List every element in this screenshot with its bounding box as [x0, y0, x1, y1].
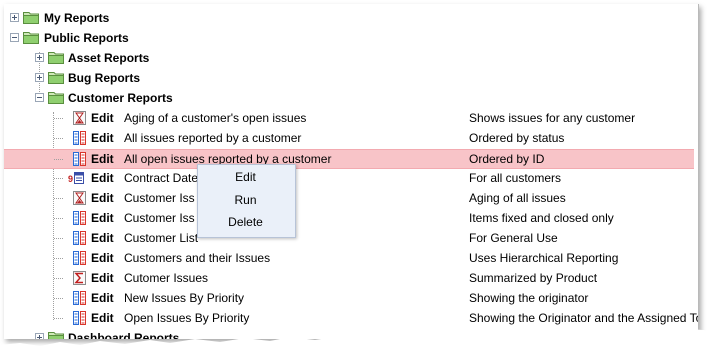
hourglass-icon — [73, 191, 86, 205]
folder-icon — [23, 11, 39, 24]
report-name[interactable]: Aging of a customer's open issues — [124, 111, 306, 125]
tree-node-label: My Reports — [44, 11, 110, 25]
edit-link[interactable]: Edit — [91, 152, 114, 166]
expand-icon[interactable] — [10, 13, 19, 22]
report-row-selected[interactable]: Edit All open issues reported by a custo… — [4, 149, 694, 169]
tree-node-label: Bug Reports — [68, 71, 140, 85]
report-row[interactable]: Edit All issues reported by a customer O… — [4, 129, 694, 149]
tree-node-asset-reports[interactable]: Asset Reports — [4, 49, 694, 69]
tree-connector — [54, 198, 63, 199]
report-row[interactable]: Edit Customers and their Issues Uses Hie… — [4, 249, 694, 269]
report-name[interactable]: New Issues By Priority — [124, 291, 244, 305]
context-menu-run[interactable]: Run — [198, 190, 293, 210]
report-row[interactable]: Edit Customer Iss Aging of all issues — [4, 189, 694, 209]
folder-open-icon — [48, 91, 64, 104]
context-menu-edit[interactable]: Edit — [198, 167, 293, 187]
folder-open-icon — [23, 31, 39, 44]
folder-icon — [48, 71, 64, 84]
report-row[interactable]: Edit Customer List For General Use — [4, 229, 694, 249]
context-menu-delete[interactable]: Delete — [198, 212, 293, 232]
report-name[interactable]: Cutomer Issues — [124, 271, 208, 285]
report-name[interactable]: All issues reported by a customer — [124, 131, 301, 145]
tree-connector — [54, 118, 63, 119]
report-name[interactable]: Customer Iss — [124, 211, 195, 225]
hourglass-icon — [73, 111, 86, 125]
expand-icon[interactable] — [35, 73, 44, 82]
edit-link[interactable]: Edit — [91, 131, 114, 145]
report-row[interactable]: Edit Contract Date For all customers — [4, 169, 694, 189]
report-description: Showing the originator — [469, 291, 589, 305]
report-name[interactable]: Customer Iss — [124, 191, 195, 205]
list-report-icon — [73, 152, 86, 166]
report-row[interactable]: Edit Cutomer Issues Summarized by Produc… — [4, 269, 694, 289]
report-name[interactable]: Contract Date — [124, 171, 198, 185]
tree-connector — [54, 178, 63, 179]
list-report-icon — [73, 231, 86, 245]
report-name[interactable]: Customers and their Issues — [124, 251, 270, 265]
folder-icon — [48, 51, 64, 64]
report-description: Items fixed and closed only — [469, 211, 614, 225]
collapse-icon[interactable] — [35, 93, 44, 102]
calendar-icon — [68, 171, 84, 185]
expand-icon[interactable] — [35, 53, 44, 62]
edit-link[interactable]: Edit — [91, 211, 114, 225]
tree-connector — [54, 258, 63, 259]
context-menu: Edit Run Delete — [197, 164, 296, 238]
report-row[interactable]: Edit Customer Iss Items fixed and closed… — [4, 209, 694, 229]
report-row[interactable]: Edit New Issues By Priority Showing the … — [4, 289, 694, 309]
list-report-icon — [73, 251, 86, 265]
list-report-icon — [73, 131, 86, 145]
tree-connector — [54, 218, 63, 219]
report-name[interactable]: Customer List — [124, 231, 198, 245]
tree-connector — [54, 238, 63, 239]
report-description: Ordered by ID — [469, 152, 545, 166]
tree-connector — [54, 298, 63, 299]
tree-node-public-reports[interactable]: Public Reports — [4, 29, 694, 49]
tree-node-my-reports[interactable]: My Reports — [4, 9, 694, 29]
list-report-icon — [73, 211, 86, 225]
collapse-icon[interactable] — [10, 33, 19, 42]
edit-link[interactable]: Edit — [91, 291, 114, 305]
report-description: Ordered by status — [469, 131, 565, 145]
tree-node-label: Asset Reports — [68, 51, 150, 65]
tree-node-label: Customer Reports — [68, 91, 173, 105]
tree-node-customer-reports[interactable]: Customer Reports — [4, 89, 694, 109]
edit-link[interactable]: Edit — [91, 231, 114, 245]
report-description: For General Use — [469, 231, 558, 245]
tree-node-label: Public Reports — [44, 31, 129, 45]
tree-connector — [54, 138, 63, 139]
report-description: For all customers — [469, 171, 562, 185]
edit-link[interactable]: Edit — [91, 111, 114, 125]
sigma-icon — [73, 271, 86, 285]
report-description: Shows issues for any customer — [469, 111, 636, 125]
report-description: Uses Hierarchical Reporting — [469, 251, 619, 265]
list-report-icon — [73, 291, 86, 305]
torn-edge-decoration — [0, 329, 716, 349]
report-description: Aging of all issues — [469, 191, 566, 205]
edit-link[interactable]: Edit — [91, 251, 114, 265]
edit-link[interactable]: Edit — [91, 171, 114, 185]
tree-node-bug-reports[interactable]: Bug Reports — [4, 69, 694, 89]
edit-link[interactable]: Edit — [91, 191, 114, 205]
report-tree-panel: My Reports Public Reports Asset Reports … — [4, 4, 699, 339]
tree-connector — [54, 159, 63, 160]
report-description: Summarized by Product — [469, 271, 598, 285]
tree-connector — [54, 278, 63, 279]
edit-link[interactable]: Edit — [91, 271, 114, 285]
report-row[interactable]: Edit Aging of a customer's open issues S… — [4, 109, 694, 129]
